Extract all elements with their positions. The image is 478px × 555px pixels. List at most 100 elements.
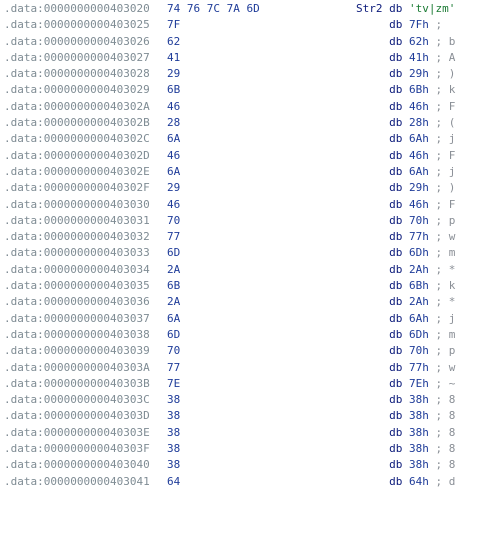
row-address[interactable]: .data:0000000000403028 xyxy=(4,66,150,82)
row-operand[interactable]: 29h xyxy=(409,181,429,194)
listing-row[interactable]: .data:0000000000403040 38 db 38h ; 8 xyxy=(0,457,478,473)
row-operand[interactable]: 7Eh xyxy=(409,377,429,390)
row-address[interactable]: .data:0000000000403027 xyxy=(4,50,150,66)
row-bytes: 46 xyxy=(167,148,181,162)
listing-row[interactable]: .data:0000000000403033 6D db 6Dh ; m xyxy=(0,245,478,261)
row-comment: ; p xyxy=(435,344,456,358)
listing-row[interactable]: .data:000000000040303A 77 db 77h ; w xyxy=(0,360,478,376)
listing-row[interactable]: .data:000000000040302C 6A db 6Ah ; j xyxy=(0,131,478,147)
listing-row[interactable]: .data:0000000000403020 74 76 7C 7A 6D St… xyxy=(0,1,478,17)
row-address[interactable]: .data:000000000040302D xyxy=(4,148,150,164)
row-operand[interactable]: 6Bh xyxy=(409,279,429,292)
row-operand[interactable]: 38h xyxy=(409,426,429,439)
listing-row[interactable]: .data:000000000040302D 46 db 46h ; F xyxy=(0,148,478,164)
row-instruction: db 6Dh ; m xyxy=(356,327,455,343)
row-address[interactable]: .data:000000000040303D xyxy=(4,408,150,424)
row-address[interactable]: .data:0000000000403032 xyxy=(4,229,150,245)
listing-row[interactable]: .data:0000000000403027 41 db 41h ; A xyxy=(0,50,478,66)
row-address[interactable]: .data:000000000040302A xyxy=(4,99,150,115)
listing-row[interactable]: .data:000000000040302B 28 db 28h ; ( xyxy=(0,115,478,131)
row-address[interactable]: .data:0000000000403033 xyxy=(4,245,150,261)
listing-row[interactable]: .data:0000000000403036 2A db 2Ah ; * xyxy=(0,294,478,310)
listing-row[interactable]: .data:0000000000403028 29 db 29h ; ) xyxy=(0,66,478,82)
row-instruction: db 6Bh ; k xyxy=(356,82,455,98)
listing-row[interactable]: .data:000000000040303E 38 db 38h ; 8 xyxy=(0,425,478,441)
row-address[interactable]: .data:0000000000403035 xyxy=(4,278,150,294)
listing-row[interactable]: .data:0000000000403026 62 db 62h ; b xyxy=(0,34,478,50)
row-operand[interactable]: 7Fh xyxy=(409,18,429,31)
row-operand[interactable]: 64h xyxy=(409,475,429,488)
listing-row[interactable]: .data:0000000000403038 6D db 6Dh ; m xyxy=(0,327,478,343)
listing-row[interactable]: .data:000000000040302E 6A db 6Ah ; j xyxy=(0,164,478,180)
row-address[interactable]: .data:0000000000403037 xyxy=(4,311,150,327)
listing-row[interactable]: .data:000000000040302A 46 db 46h ; F xyxy=(0,99,478,115)
row-operand[interactable]: 70h xyxy=(409,344,429,357)
row-operand[interactable]: 38h xyxy=(409,409,429,422)
listing-row[interactable]: .data:0000000000403029 6B db 6Bh ; k xyxy=(0,82,478,98)
row-address[interactable]: .data:0000000000403029 xyxy=(4,82,150,98)
row-label[interactable]: Str2 xyxy=(356,2,383,15)
row-operand[interactable]: 29h xyxy=(409,67,429,80)
listing-row[interactable]: .data:000000000040303B 7E db 7Eh ; ~ xyxy=(0,376,478,392)
listing-row[interactable]: .data:000000000040303D 38 db 38h ; 8 xyxy=(0,408,478,424)
row-operand[interactable]: 41h xyxy=(409,51,429,64)
row-operand[interactable]: 38h xyxy=(409,393,429,406)
row-operand[interactable]: 77h xyxy=(409,361,429,374)
row-address[interactable]: .data:000000000040303C xyxy=(4,392,150,408)
listing-row[interactable]: .data:0000000000403037 6A db 6Ah ; j xyxy=(0,311,478,327)
listing-row[interactable]: .data:0000000000403039 70 db 70h ; p xyxy=(0,343,478,359)
row-operand[interactable]: 'tv|zm' xyxy=(409,2,455,15)
row-address[interactable]: .data:0000000000403040 xyxy=(4,457,150,473)
row-address[interactable]: .data:000000000040303E xyxy=(4,425,150,441)
row-operand[interactable]: 2Ah xyxy=(409,263,429,276)
listing-row[interactable]: .data:000000000040303C 38 db 38h ; 8 xyxy=(0,392,478,408)
row-address[interactable]: .data:0000000000403039 xyxy=(4,343,150,359)
row-operand[interactable]: 38h xyxy=(409,458,429,471)
row-operand[interactable]: 6Ah xyxy=(409,312,429,325)
row-address[interactable]: .data:0000000000403034 xyxy=(4,262,150,278)
listing-row[interactable]: .data:0000000000403035 6B db 6Bh ; k xyxy=(0,278,478,294)
row-operand[interactable]: 46h xyxy=(409,100,429,113)
row-address[interactable]: .data:0000000000403026 xyxy=(4,34,150,50)
row-address[interactable]: .data:0000000000403041 xyxy=(4,474,150,490)
row-address[interactable]: .data:0000000000403031 xyxy=(4,213,150,229)
listing-row[interactable]: .data:0000000000403034 2A db 2Ah ; * xyxy=(0,262,478,278)
row-address[interactable]: .data:0000000000403025 xyxy=(4,17,150,33)
row-address[interactable]: .data:000000000040303F xyxy=(4,441,150,457)
listing-row[interactable]: .data:000000000040303F 38 db 38h ; 8 xyxy=(0,441,478,457)
row-operand[interactable]: 62h xyxy=(409,35,429,48)
row-operand[interactable]: 70h xyxy=(409,214,429,227)
listing-row[interactable]: .data:0000000000403041 64 db 64h ; d xyxy=(0,474,478,490)
disassembly-listing[interactable]: .data:0000000000403020 74 76 7C 7A 6D St… xyxy=(0,0,478,488)
row-mnemonic: db xyxy=(389,2,403,15)
row-address[interactable]: .data:000000000040303A xyxy=(4,360,150,376)
row-address[interactable]: .data:000000000040302B xyxy=(4,115,150,131)
listing-row[interactable]: .data:0000000000403032 77 db 77h ; w xyxy=(0,229,478,245)
row-operand[interactable]: 28h xyxy=(409,116,429,129)
listing-row[interactable]: .data:0000000000403030 46 db 46h ; F xyxy=(0,197,478,213)
row-operand[interactable]: 6Dh xyxy=(409,246,429,259)
row-operand[interactable]: 6Ah xyxy=(409,132,429,145)
row-address[interactable]: .data:000000000040302C xyxy=(4,131,150,147)
row-address[interactable]: .data:0000000000403036 xyxy=(4,294,150,310)
row-instruction: db 41h ; A xyxy=(356,50,455,66)
row-operand[interactable]: 46h xyxy=(409,198,429,211)
row-address[interactable]: .data:0000000000403030 xyxy=(4,197,150,213)
row-operand[interactable]: 6Dh xyxy=(409,328,429,341)
row-address[interactable]: .data:0000000000403020 xyxy=(4,1,150,17)
row-address[interactable]: .data:000000000040302F xyxy=(4,180,150,196)
row-operand[interactable]: 2Ah xyxy=(409,295,429,308)
row-address[interactable]: .data:0000000000403038 xyxy=(4,327,150,343)
row-mnemonic: db xyxy=(389,311,403,325)
row-address[interactable]: .data:000000000040303B xyxy=(4,376,150,392)
row-operand[interactable]: 6Ah xyxy=(409,165,429,178)
row-operand[interactable]: 38h xyxy=(409,442,429,455)
row-operand[interactable]: 46h xyxy=(409,149,429,162)
row-operand[interactable]: 77h xyxy=(409,230,429,243)
listing-row[interactable]: .data:000000000040302F 29 db 29h ; ) xyxy=(0,180,478,196)
listing-row[interactable]: .data:0000000000403025 7F db 7Fh ; xyxy=(0,17,478,33)
row-address[interactable]: .data:000000000040302E xyxy=(4,164,150,180)
row-operand[interactable]: 6Bh xyxy=(409,83,429,96)
row-comment: ; xyxy=(435,18,443,32)
listing-row[interactable]: .data:0000000000403031 70 db 70h ; p xyxy=(0,213,478,229)
